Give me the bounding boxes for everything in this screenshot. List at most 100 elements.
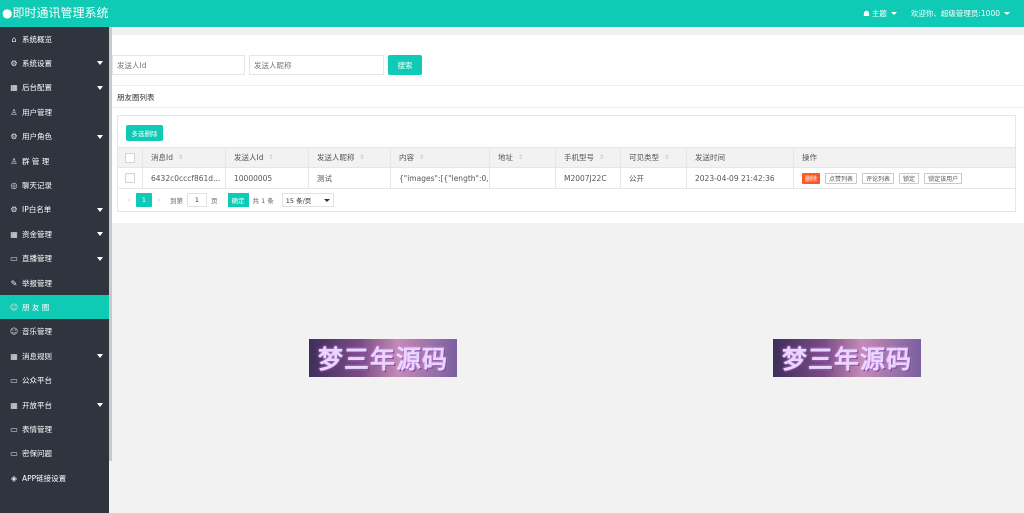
watermark-logo: 梦三年源码	[773, 339, 921, 377]
sidebar-item[interactable]: ◎ 聊天记录	[0, 173, 109, 197]
col-label: 发送时间	[695, 153, 725, 162]
comment-list-button[interactable]: 评论列表	[862, 172, 895, 184]
col-label: 发送人昵称	[317, 153, 355, 162]
watermark-logo: 梦三年源码	[309, 339, 457, 377]
sidebar-item-label: 密保问题	[22, 449, 52, 459]
sender-nick-input[interactable]	[249, 55, 384, 75]
sidebar-item[interactable]: ▭ 表情管理	[0, 417, 109, 441]
sidebar-item[interactable]: ▭ 直播管理	[0, 247, 109, 271]
calendar-icon: ▦	[10, 400, 18, 410]
search-button[interactable]: 搜索	[388, 55, 422, 75]
sidebar-item[interactable]: ♙ 用户管理	[0, 100, 109, 124]
select-all-checkbox[interactable]	[125, 152, 135, 163]
divider	[112, 107, 1024, 108]
sidebar-item[interactable]: ⚙ 用户角色	[0, 125, 109, 149]
sidebar-item[interactable]: ▭ 公众平台	[0, 369, 109, 393]
like-list-button[interactable]: 点赞列表	[825, 172, 858, 184]
sidebar-item[interactable]: ◈ APP链接设置	[0, 466, 109, 490]
sort-icon[interactable]: ⇕	[664, 154, 669, 161]
sidebar-item-label: 公众平台	[22, 376, 52, 386]
sort-icon[interactable]: ⇕	[419, 154, 424, 161]
divider	[112, 85, 1024, 86]
theme-label: 主题	[871, 9, 887, 18]
keyboard-icon: ▭	[10, 449, 18, 459]
theme-menu[interactable]: ☗ 主题	[863, 8, 897, 19]
sidebar-item[interactable]: ▦ 消息规则	[0, 344, 109, 368]
sort-icon[interactable]: ⇕	[599, 154, 604, 161]
col-label: 发送人Id	[234, 153, 264, 162]
cell-address	[490, 168, 556, 188]
col-header-sender-nick[interactable]: 发送人昵称 ⇕	[309, 148, 391, 167]
sidebar-item-label: 后台配置	[22, 83, 52, 93]
eye-icon: ◎	[10, 180, 18, 190]
sort-icon[interactable]: ⇕	[518, 154, 523, 161]
monitor-icon: ▭	[10, 376, 18, 386]
chevron-down-icon	[323, 199, 330, 202]
sidebar-item[interactable]: ▦ 后台配置	[0, 76, 109, 100]
sidebar-item-label: 资金管理	[22, 229, 52, 239]
sidebar-item[interactable]: ☺ 音乐管理	[0, 320, 109, 344]
col-header-sender-id[interactable]: 发送人Id ⇕	[226, 148, 309, 167]
sidebar-item[interactable]: ⚙ 系统设置	[0, 51, 109, 75]
group-icon: ♙	[10, 156, 18, 166]
user-icon: ♙	[10, 107, 18, 117]
col-header-address[interactable]: 地址 ⇕	[490, 148, 556, 167]
sidebar-item[interactable]: ⚙ IP白名单	[0, 198, 109, 222]
cell-sender-id: 10000005	[226, 168, 309, 188]
col-label: 地址	[498, 153, 513, 162]
user-menu[interactable]: 欢迎你、超级管理员:1000	[911, 8, 1010, 19]
sender-id-input[interactable]	[112, 55, 245, 75]
chevron-down-icon	[1004, 12, 1010, 15]
prev-page-icon[interactable]: ‹	[122, 196, 136, 204]
sidebar-item-label: 举报管理	[22, 278, 52, 288]
app-title: ●即时通讯管理系统	[2, 6, 109, 20]
sidebar-item-label: 消息规则	[22, 351, 52, 361]
col-header-phone-model[interactable]: 手机型号 ⇕	[556, 148, 621, 167]
sidebar-item[interactable]: ▦ 开放平台	[0, 393, 109, 417]
col-header-content[interactable]: 内容 ⇕	[391, 148, 490, 167]
delete-button[interactable]: 删除	[802, 172, 821, 184]
next-page-icon[interactable]: ›	[152, 196, 166, 204]
page-number-input[interactable]: 1	[187, 193, 207, 207]
lock-user-button[interactable]: 锁定该用户	[924, 172, 963, 184]
sort-icon[interactable]: ⇕	[268, 154, 273, 161]
lock-button[interactable]: 锁定	[899, 172, 920, 184]
calendar-icon: ▦	[10, 83, 18, 93]
sidebar-item[interactable]: ⌂ 系统概览	[0, 27, 109, 51]
chevron-down-icon	[890, 12, 897, 15]
chevron-down-icon	[97, 354, 103, 359]
page-unit-label: 页	[211, 197, 218, 205]
batch-delete-button[interactable]: 多选删除	[126, 125, 163, 141]
gear-icon: ⚙	[10, 205, 18, 215]
top-header: ●即时通讯管理系统 ☗ 主题 欢迎你、超级管理员:1000	[0, 0, 1024, 27]
sidebar-item[interactable]: ✎ 举报管理	[0, 271, 109, 295]
col-header-actions: 操作	[794, 148, 1015, 167]
page-1-button[interactable]: 1	[136, 193, 152, 207]
sidebar-item-label: 系统设置	[22, 58, 52, 68]
col-label: 手机型号	[564, 153, 594, 162]
col-label: 消息Id	[151, 153, 173, 162]
calendar-icon: ▦	[10, 351, 18, 361]
smile-icon: ☺	[9, 327, 19, 337]
go-page-button[interactable]: 确定	[227, 193, 249, 207]
sidebar-item[interactable]: ▭ 密保问题	[0, 442, 109, 466]
col-header-msg-id[interactable]: 消息Id ⇕	[143, 148, 226, 167]
page-size-select[interactable]: 15 条/页	[281, 193, 334, 207]
row-checkbox[interactable]	[125, 173, 135, 183]
sidebar-item[interactable]: ♙ 群 管 理	[0, 149, 109, 173]
sidebar-item[interactable]: ☺ 朋 友 圈	[0, 295, 109, 320]
sidebar-item-label: 表情管理	[22, 424, 52, 434]
page-size-value: 15 条/页	[285, 197, 312, 205]
col-header-send-time: 发送时间	[687, 148, 794, 167]
goto-label: 到第	[170, 197, 183, 205]
video-icon: ▭	[10, 254, 18, 264]
chevron-down-icon	[97, 207, 103, 212]
sort-icon[interactable]: ⇕	[360, 154, 365, 161]
col-header-visibility[interactable]: 可见类型 ⇕	[621, 148, 687, 167]
sidebar-item[interactable]: ▦ 资金管理	[0, 222, 109, 246]
sidebar-item-label: 直播管理	[22, 254, 52, 264]
chevron-down-icon	[97, 256, 103, 261]
section-title: 朋友圈列表	[117, 93, 155, 102]
sort-icon[interactable]: ⇕	[178, 154, 183, 161]
sidebar-item-label: 音乐管理	[22, 327, 52, 337]
